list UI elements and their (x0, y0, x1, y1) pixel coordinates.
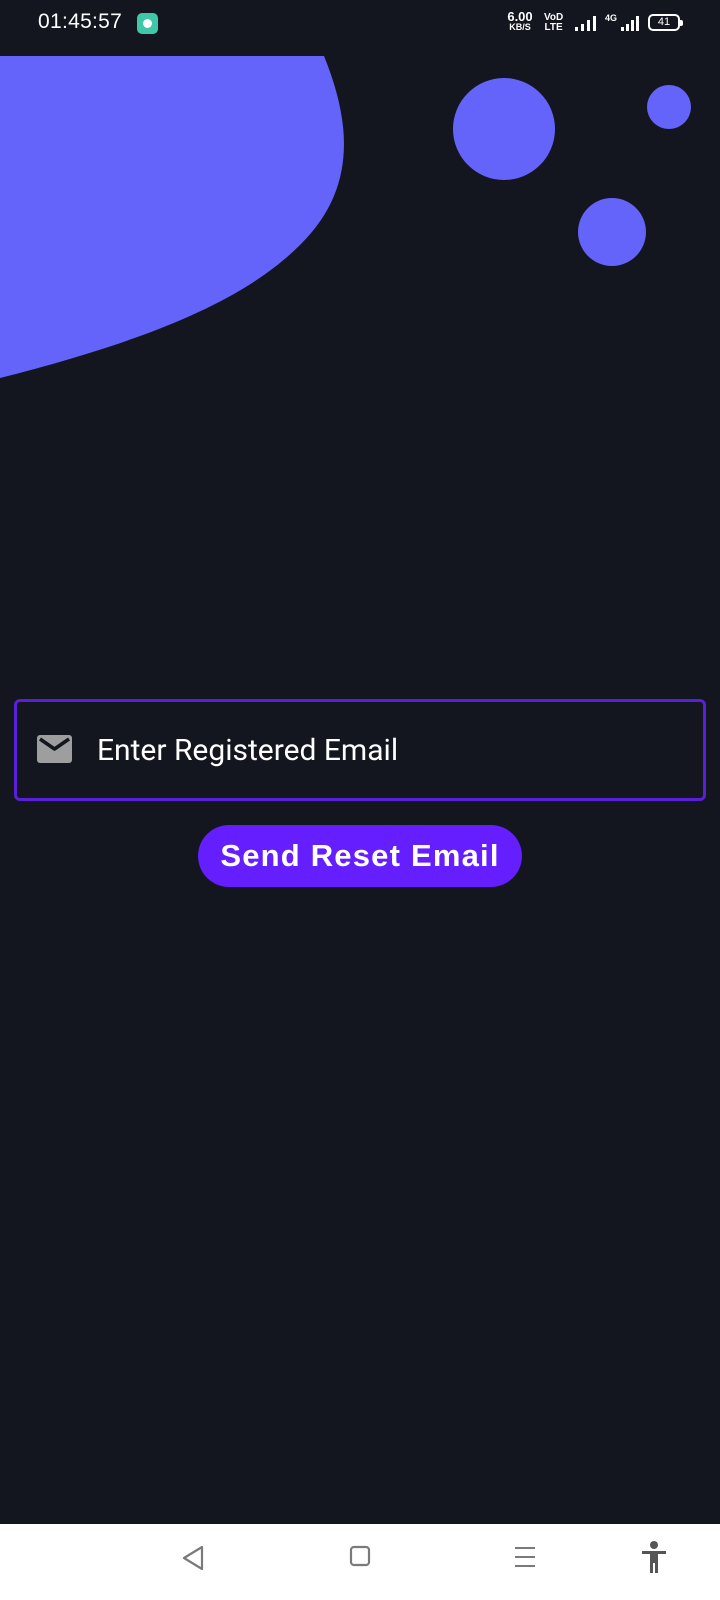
decorative-shapes (0, 56, 691, 378)
mail-icon (37, 735, 72, 763)
email-field[interactable] (14, 699, 706, 801)
home-square-icon[interactable] (349, 1545, 371, 1567)
email-input[interactable] (97, 702, 677, 798)
decorative-circle-medium (578, 198, 646, 266)
accessibility-icon[interactable] (639, 1540, 669, 1574)
back-triangle-icon[interactable] (180, 1544, 206, 1572)
navigation-bar (0, 1524, 720, 1600)
decorative-blob (0, 56, 344, 378)
recents-menu-icon[interactable] (513, 1544, 537, 1570)
decorative-circle-large (453, 78, 555, 180)
send-reset-email-button[interactable]: Send Reset Email (198, 825, 522, 887)
decorative-circle-small (647, 85, 691, 129)
